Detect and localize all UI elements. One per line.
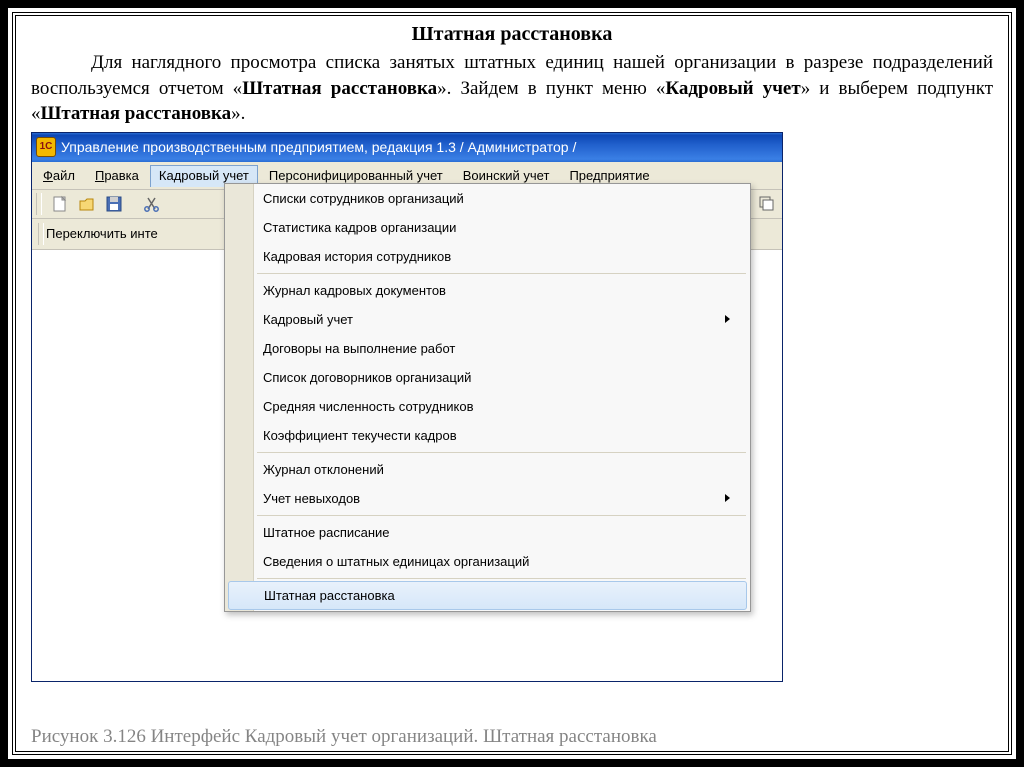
dd-item-turnover-rate[interactable]: Коэффициент текучести кадров [225, 421, 750, 450]
dd-item-hr-statistics[interactable]: Статистика кадров организации [225, 213, 750, 242]
dd-label: Журнал отклонений [263, 462, 384, 477]
dd-item-absences-submenu[interactable]: Учет невыходов [225, 484, 750, 513]
para-bold-3: Штатная расстановка [41, 103, 232, 124]
submenu-arrow-icon [725, 494, 730, 502]
dd-item-staff-units-info[interactable]: Сведения о штатных единицах организаций [225, 547, 750, 576]
menu-edit-label: равка [104, 168, 139, 183]
dd-label: Статистика кадров организации [263, 220, 456, 235]
dd-label: Журнал кадровых документов [263, 283, 446, 298]
dd-item-deviations-journal[interactable]: Журнал отклонений [225, 455, 750, 484]
menu-ent-label: Предприятие [569, 168, 649, 183]
app-icon: 1C [36, 137, 56, 157]
cut-button[interactable] [141, 193, 163, 215]
new-doc-icon [51, 195, 69, 213]
doc-paragraph: Для наглядного просмотра списка занятых … [31, 50, 993, 127]
window-title-text: Управление производственным предприятием… [61, 139, 576, 155]
menu-file-underline: Ф [43, 168, 53, 183]
switch-handle [38, 223, 44, 245]
dropdown-separator [257, 515, 746, 516]
cascade-windows-button[interactable] [756, 193, 778, 215]
para-text-2: ». Зайдем в пункт меню « [437, 78, 665, 99]
doc-title: Штатная расстановка [31, 21, 993, 48]
dropdown-separator [257, 273, 746, 274]
document-text-block: Штатная расстановка Для наглядного просм… [16, 16, 1008, 127]
toolbar-handle [36, 193, 42, 215]
switch-interface-label[interactable]: Переключить инте [46, 226, 158, 241]
dd-label: Сведения о штатных единицах организаций [263, 554, 529, 569]
dd-item-hr-accounting-submenu[interactable]: Кадровый учет [225, 305, 750, 334]
scissors-icon [143, 195, 161, 213]
dd-label: Кадровый учет [263, 312, 353, 327]
dd-item-work-contracts[interactable]: Договоры на выполнение работ [225, 334, 750, 363]
save-button[interactable] [103, 193, 125, 215]
page-inner-frame: Штатная расстановка Для наглядного просм… [12, 12, 1012, 755]
dropdown-separator [257, 578, 746, 579]
page-outer-frame: Штатная расстановка Для наглядного просм… [0, 0, 1024, 767]
dd-item-hr-history[interactable]: Кадровая история сотрудников [225, 242, 750, 271]
app-icon-text: 1C [40, 141, 53, 152]
figure-caption: Рисунок 3.126 Интерфейс Кадровый учет ор… [31, 726, 931, 748]
new-document-button[interactable] [49, 193, 71, 215]
dd-item-employee-lists[interactable]: Списки сотрудников организаций [225, 184, 750, 213]
dd-label: Коэффициент текучести кадров [263, 428, 457, 443]
menu-file-label: айл [53, 168, 75, 183]
dd-label: Список договорников организаций [263, 370, 471, 385]
dd-item-contractors-list[interactable]: Список договорников организаций [225, 363, 750, 392]
para-text-4: ». [231, 103, 245, 124]
app-window: 1C Управление производственным предприят… [31, 132, 783, 682]
para-bold-2: Кадровый учет [665, 78, 800, 99]
menu-pers-label: Персонифицированный учет [269, 168, 443, 183]
menu-file[interactable]: Файл [34, 165, 84, 186]
dd-item-staff-arrangement[interactable]: Штатная расстановка [228, 581, 747, 610]
dd-item-hr-documents-journal[interactable]: Журнал кадровых документов [225, 276, 750, 305]
dd-label: Списки сотрудников организаций [263, 191, 464, 206]
submenu-arrow-icon [725, 315, 730, 323]
menu-hr-label: Кадровый учет [159, 168, 249, 183]
folder-open-icon [78, 195, 96, 213]
dd-item-staffing-schedule[interactable]: Штатное расписание [225, 518, 750, 547]
dd-label: Договоры на выполнение работ [263, 341, 455, 356]
floppy-disk-icon [105, 195, 123, 213]
window-titlebar[interactable]: 1C Управление производственным предприят… [32, 133, 782, 162]
menu-edit-underline: П [95, 168, 104, 183]
dd-label: Штатное расписание [263, 525, 390, 540]
cascade-icon [758, 195, 776, 213]
dd-label: Учет невыходов [263, 491, 360, 506]
dd-label: Кадровая история сотрудников [263, 249, 451, 264]
dd-label: Штатная расстановка [264, 588, 395, 603]
dropdown-separator [257, 452, 746, 453]
dd-item-avg-headcount[interactable]: Средняя численность сотрудников [225, 392, 750, 421]
dd-label: Средняя численность сотрудников [263, 399, 474, 414]
menu-edit[interactable]: Правка [86, 165, 148, 186]
hr-dropdown-menu: Списки сотрудников организаций Статистик… [224, 183, 751, 612]
open-folder-button[interactable] [76, 193, 98, 215]
menu-mil-label: Воинский учет [463, 168, 550, 183]
para-bold-1: Штатная расстановка [242, 78, 437, 99]
